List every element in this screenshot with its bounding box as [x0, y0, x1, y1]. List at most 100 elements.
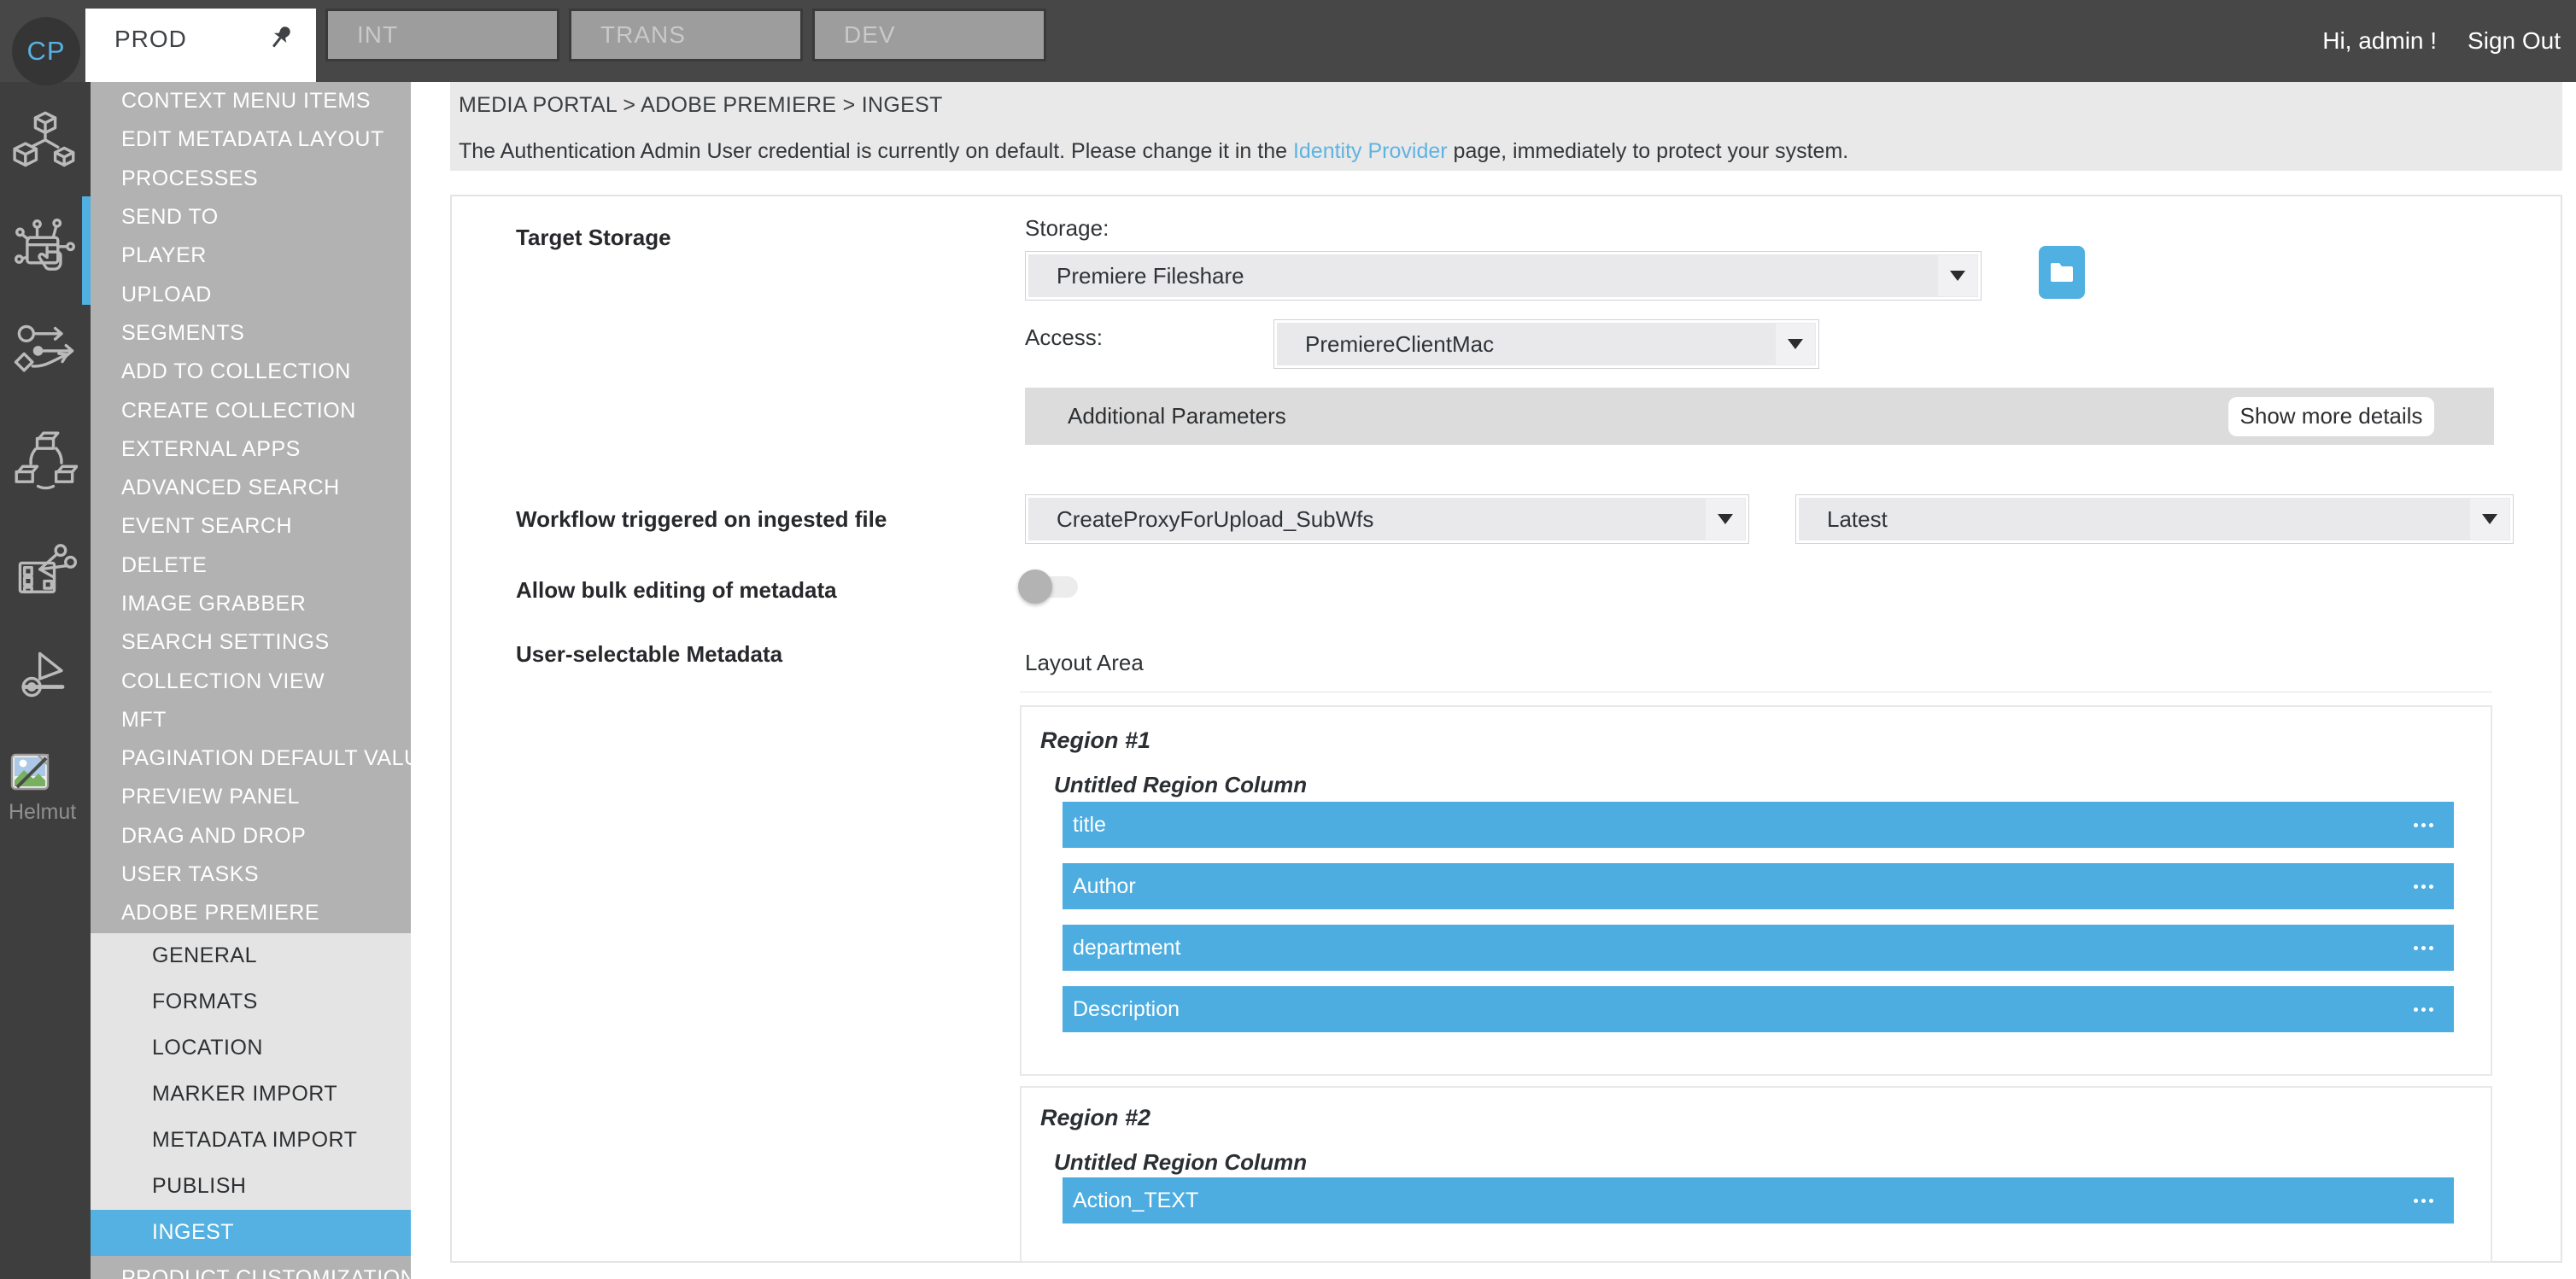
- sidebar-item[interactable]: SEND TO: [91, 198, 411, 237]
- sidebar-item[interactable]: PLAYER: [91, 237, 411, 275]
- sidebar-item[interactable]: SEARCH SETTINGS: [91, 623, 411, 662]
- sidebar-subitem[interactable]: INGEST: [91, 1210, 411, 1256]
- sidebar-item[interactable]: PREVIEW PANEL: [91, 778, 411, 816]
- sidebar-item[interactable]: CREATE COLLECTION: [91, 391, 411, 429]
- broken-image-alt-text: Helmut: [9, 800, 91, 825]
- sidebar-item[interactable]: ADVANCED SEARCH: [91, 469, 411, 507]
- sidebar-subitem[interactable]: LOCATION: [91, 1025, 411, 1072]
- app-interaction-icon[interactable]: [11, 216, 79, 284]
- access-label: Access:: [1025, 324, 1103, 351]
- metadata-field-chip[interactable]: Action_TEXT: [1063, 1177, 2454, 1224]
- additional-parameters-label: Additional Parameters: [1068, 403, 1286, 429]
- tab-int-label: INT: [357, 21, 398, 49]
- sidebar-item[interactable]: IMAGE GRABBER: [91, 585, 411, 623]
- notice-block: MEDIA PORTAL > ADOBE PREMIERE > INGEST T…: [450, 82, 2562, 171]
- settings-sidebar: CONTEXT MENU ITEMS EDIT METADATA LAYOUT …: [91, 82, 411, 1279]
- storage-dropdown-value: Premiere Fileshare: [1057, 263, 1244, 289]
- broken-image-placeholder: Helmut: [10, 753, 91, 825]
- metadata-field-label: department: [1073, 936, 1180, 961]
- sidebar-subitem[interactable]: PUBLISH: [91, 1164, 411, 1210]
- tab-trans-label: TRANS: [600, 21, 686, 49]
- region-column-name: Untitled Region Column: [1054, 772, 1307, 798]
- bulk-edit-label: Allow bulk editing of metadata: [516, 577, 837, 604]
- sidebar-item[interactable]: DRAG AND DROP: [91, 817, 411, 856]
- sidebar-item-product-customization[interactable]: PRODUCT CUSTOMIZATION: [91, 1256, 411, 1279]
- greeting-text: Hi, admin !: [2322, 27, 2437, 55]
- chip-options-icon[interactable]: [2414, 946, 2433, 950]
- sidebar-item[interactable]: EXTERNAL APPS: [91, 430, 411, 469]
- sidebar-item[interactable]: MFT: [91, 701, 411, 739]
- warning-text-after: page, immediately to protect your system…: [1448, 139, 1849, 163]
- show-more-details-button[interactable]: Show more details: [2228, 397, 2434, 436]
- avatar[interactable]: CP: [12, 17, 80, 85]
- workflow-dropdown[interactable]: CreateProxyForUpload_SubWfs: [1025, 494, 1749, 544]
- sidebar-item[interactable]: COLLECTION VIEW: [91, 662, 411, 700]
- broken-image-icon: [10, 753, 56, 791]
- tab-int[interactable]: INT: [325, 9, 559, 61]
- workflow-dropdown-value: CreateProxyForUpload_SubWfs: [1057, 506, 1373, 533]
- pin-icon: [268, 24, 296, 59]
- sidebar-subitem[interactable]: GENERAL: [91, 933, 411, 979]
- user-metadata-label: User-selectable Metadata: [516, 641, 782, 668]
- region-1: Region #1 Untitled Region Column title A…: [1020, 705, 2492, 1076]
- metadata-field-chip[interactable]: department: [1063, 925, 2454, 971]
- metadata-field-chip[interactable]: Author: [1063, 863, 2454, 909]
- sidebar-item[interactable]: DELETE: [91, 546, 411, 585]
- sidebar-item[interactable]: PAGINATION DEFAULT VALUE: [91, 739, 411, 778]
- dropdown-caret: [1938, 255, 1977, 296]
- additional-parameters-bar: Additional Parameters Show more details: [1025, 388, 2494, 445]
- sidebar-subitem[interactable]: METADATA IMPORT: [91, 1118, 411, 1164]
- identity-provider-link[interactable]: Identity Provider: [1293, 139, 1448, 163]
- sidebar-item[interactable]: PROCESSES: [91, 160, 411, 198]
- sidebar-item[interactable]: SEGMENTS: [91, 314, 411, 353]
- region-name: Region #1: [1040, 727, 1150, 754]
- region-2-fields: Action_TEXT: [1063, 1177, 2454, 1224]
- chip-options-icon[interactable]: [2414, 823, 2433, 827]
- tab-prod[interactable]: PROD: [85, 9, 316, 82]
- sidebar-tail: PRODUCT CUSTOMIZATION: [91, 1256, 411, 1279]
- tab-dev-label: DEV: [844, 21, 896, 49]
- tab-trans[interactable]: TRANS: [569, 9, 803, 61]
- dropdown-caret: [2470, 499, 2509, 540]
- target-storage-label: Target Storage: [516, 225, 671, 251]
- sidebar-item[interactable]: ADOBE PREMIERE: [91, 894, 411, 932]
- chip-options-icon[interactable]: [2414, 1007, 2433, 1012]
- access-dropdown[interactable]: PremiereClientMac: [1273, 319, 1819, 369]
- chip-options-icon[interactable]: [2414, 885, 2433, 889]
- dropdown-caret: [1706, 499, 1745, 540]
- metadata-field-chip[interactable]: Description: [1063, 986, 2454, 1032]
- region-column-name: Untitled Region Column: [1054, 1149, 1307, 1176]
- bulk-edit-toggle[interactable]: [1018, 569, 1080, 604]
- sidebar-item[interactable]: EVENT SEARCH: [91, 507, 411, 546]
- sidebar-item[interactable]: UPLOAD: [91, 275, 411, 313]
- sidebar-item[interactable]: USER TASKS: [91, 856, 411, 894]
- clip-editor-icon[interactable]: [11, 538, 79, 606]
- browse-folder-button[interactable]: [2039, 246, 2085, 299]
- folder-icon: [2049, 261, 2075, 283]
- sidebar-subitem[interactable]: MARKER IMPORT: [91, 1072, 411, 1118]
- ingest-settings-panel: Target Storage Storage: Premiere Filesha…: [450, 195, 2562, 1263]
- layout-area-label: Layout Area: [1025, 650, 1144, 676]
- region-2: Region #2 Untitled Region Column Action_…: [1020, 1086, 2492, 1263]
- sidebar-item[interactable]: EDIT METADATA LAYOUT: [91, 120, 411, 159]
- toggle-knob: [1018, 569, 1052, 604]
- breadcrumb: MEDIA PORTAL > ADOBE PREMIERE > INGEST: [459, 93, 2562, 118]
- tab-dev[interactable]: DEV: [812, 9, 1046, 61]
- dropdown-caret: [1776, 324, 1815, 365]
- player-flag-icon[interactable]: [11, 645, 79, 713]
- workflow-label: Workflow triggered on ingested file: [516, 506, 887, 533]
- cubes-icon[interactable]: [11, 108, 79, 176]
- sidebar-item[interactable]: CONTEXT MENU ITEMS: [91, 82, 411, 120]
- chip-options-icon[interactable]: [2414, 1199, 2433, 1203]
- sidebar-subitem[interactable]: FORMATS: [91, 979, 411, 1025]
- sidebar-item[interactable]: ADD TO COLLECTION: [91, 353, 411, 391]
- box-cycle-icon[interactable]: [11, 428, 79, 496]
- workflow-routing-icon[interactable]: [11, 318, 79, 387]
- app-root: CP PROD INT TRANS: [0, 0, 2576, 1279]
- storage-dropdown[interactable]: Premiere Fileshare: [1025, 251, 1982, 301]
- sign-out-link[interactable]: Sign Out: [2468, 27, 2561, 55]
- metadata-field-label: title: [1073, 813, 1106, 838]
- workflow-version-dropdown[interactable]: Latest: [1795, 494, 2514, 544]
- metadata-field-chip[interactable]: title: [1063, 802, 2454, 848]
- icon-rail: Helmut: [0, 82, 91, 1279]
